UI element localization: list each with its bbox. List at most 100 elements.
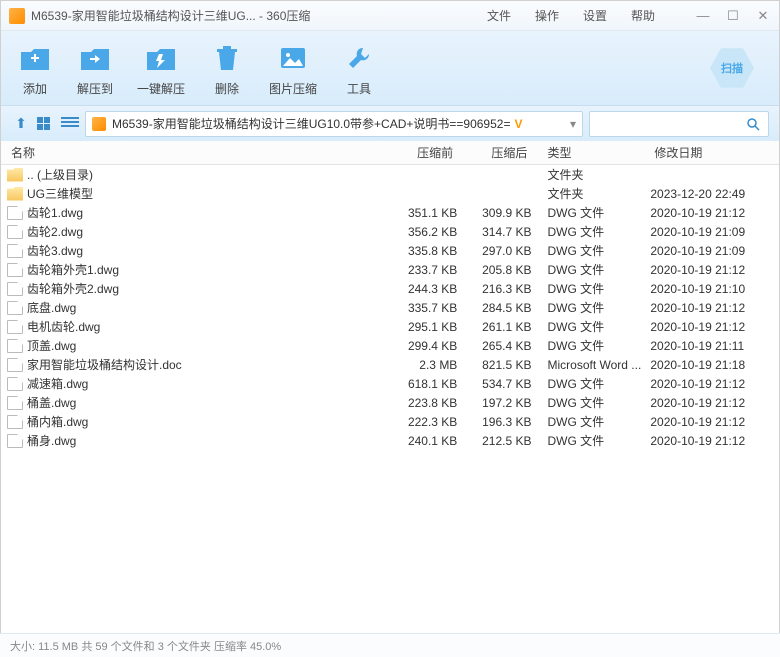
path-input[interactable]: M6539-家用智能垃圾桶结构设计三维UG10.0带参+CAD+说明书==906… xyxy=(85,111,583,137)
file-size-before: 618.1 KB xyxy=(383,377,457,391)
menu-settings[interactable]: 设置 xyxy=(583,7,607,24)
header-date[interactable]: 修改日期 xyxy=(650,144,779,161)
file-name: 齿轮箱外壳2.dwg xyxy=(27,280,383,297)
add-button[interactable]: 添加 xyxy=(17,40,53,97)
up-button[interactable]: ⬆ xyxy=(11,114,31,134)
file-row[interactable]: 桶身.dwg 240.1 KB 212.5 KB DWG 文件 2020-10-… xyxy=(1,431,779,450)
file-date: 2023-12-20 22:49 xyxy=(650,187,779,201)
file-row[interactable]: 顶盖.dwg 299.4 KB 265.4 KB DWG 文件 2020-10-… xyxy=(1,336,779,355)
grid-view-button[interactable] xyxy=(37,117,55,131)
header-after[interactable]: 压缩后 xyxy=(457,144,531,161)
folder-icon xyxy=(7,187,23,201)
maximize-button[interactable]: ☐ xyxy=(725,8,741,24)
file-row[interactable]: 齿轮箱外壳1.dwg 233.7 KB 205.8 KB DWG 文件 2020… xyxy=(1,260,779,279)
add-icon xyxy=(17,40,53,76)
file-row[interactable]: 底盘.dwg 335.7 KB 284.5 KB DWG 文件 2020-10-… xyxy=(1,298,779,317)
imgzip-button[interactable]: 图片压缩 xyxy=(269,40,317,97)
file-size-before: 335.8 KB xyxy=(383,244,457,258)
file-name: 齿轮箱外壳1.dwg xyxy=(27,261,383,278)
archive-icon xyxy=(92,117,106,131)
menu-bar: 文件 操作 设置 帮助 xyxy=(487,7,655,24)
file-size-before: 335.7 KB xyxy=(383,301,457,315)
file-icon xyxy=(7,263,23,277)
file-size-after: 196.3 KB xyxy=(457,415,531,429)
file-size-after: 197.2 KB xyxy=(457,396,531,410)
file-size-before: 223.8 KB xyxy=(383,396,457,410)
file-name: 底盘.dwg xyxy=(27,299,383,316)
window-title: M6539-家用智能垃圾桶结构设计三维UG... - 360压缩 xyxy=(31,7,310,24)
file-row[interactable]: 齿轮1.dwg 351.1 KB 309.9 KB DWG 文件 2020-10… xyxy=(1,203,779,222)
file-type: DWG 文件 xyxy=(532,337,651,354)
menu-operate[interactable]: 操作 xyxy=(535,7,559,24)
file-size-after: 212.5 KB xyxy=(457,434,531,448)
header-type[interactable]: 类型 xyxy=(531,144,650,161)
file-date: 2020-10-19 21:11 xyxy=(650,339,779,353)
file-size-before: 351.1 KB xyxy=(383,206,457,220)
file-type: DWG 文件 xyxy=(532,204,651,221)
file-size-before: 233.7 KB xyxy=(383,263,457,277)
header-before[interactable]: 压缩前 xyxy=(383,144,457,161)
file-name: 桶身.dwg xyxy=(27,432,383,449)
file-row[interactable]: 齿轮2.dwg 356.2 KB 314.7 KB DWG 文件 2020-10… xyxy=(1,222,779,241)
file-size-before: 356.2 KB xyxy=(383,225,457,239)
menu-file[interactable]: 文件 xyxy=(487,7,511,24)
file-name: 顶盖.dwg xyxy=(27,337,383,354)
file-name: 齿轮3.dwg xyxy=(27,242,383,259)
file-type: DWG 文件 xyxy=(532,394,651,411)
file-row[interactable]: 桶盖.dwg 223.8 KB 197.2 KB DWG 文件 2020-10-… xyxy=(1,393,779,412)
file-type: DWG 文件 xyxy=(532,413,651,430)
delete-button[interactable]: 删除 xyxy=(209,40,245,97)
file-row[interactable]: 齿轮箱外壳2.dwg 244.3 KB 216.3 KB DWG 文件 2020… xyxy=(1,279,779,298)
file-name: 桶盖.dwg xyxy=(27,394,383,411)
file-name: 电机齿轮.dwg xyxy=(27,318,383,335)
search-input[interactable] xyxy=(589,111,769,137)
file-date: 2020-10-19 21:12 xyxy=(650,434,779,448)
file-type: Microsoft Word ... xyxy=(532,358,651,372)
oneclick-button[interactable]: 一键解压 xyxy=(137,40,185,97)
toolbar: 添加 解压到 一键解压 删除 图片压缩 工具 扫描 xyxy=(1,31,779,105)
minimize-button[interactable]: — xyxy=(695,8,711,24)
list-view-button[interactable] xyxy=(61,117,79,131)
file-row[interactable]: 齿轮3.dwg 335.8 KB 297.0 KB DWG 文件 2020-10… xyxy=(1,241,779,260)
titlebar: M6539-家用智能垃圾桶结构设计三维UG... - 360压缩 文件 操作 设… xyxy=(1,1,779,31)
delete-icon xyxy=(209,40,245,76)
file-type: 文件夹 xyxy=(532,185,651,202)
file-name: 齿轮1.dwg xyxy=(27,204,383,221)
file-size-before: 2.3 MB xyxy=(383,358,457,372)
file-row[interactable]: 家用智能垃圾桶结构设计.doc 2.3 MB 821.5 KB Microsof… xyxy=(1,355,779,374)
file-name: 家用智能垃圾桶结构设计.doc xyxy=(27,356,383,373)
file-size-before: 299.4 KB xyxy=(383,339,457,353)
file-type: 文件夹 xyxy=(532,166,651,183)
vip-badge-icon: V xyxy=(514,117,522,131)
file-date: 2020-10-19 21:12 xyxy=(650,396,779,410)
file-row[interactable]: .. (上级目录) 文件夹 xyxy=(1,165,779,184)
file-date: 2020-10-19 21:09 xyxy=(650,244,779,258)
file-size-before: 244.3 KB xyxy=(383,282,457,296)
file-icon xyxy=(7,301,23,315)
file-icon xyxy=(7,415,23,429)
file-row[interactable]: 电机齿轮.dwg 295.1 KB 261.1 KB DWG 文件 2020-1… xyxy=(1,317,779,336)
file-row[interactable]: 桶内箱.dwg 222.3 KB 196.3 KB DWG 文件 2020-10… xyxy=(1,412,779,431)
file-type: DWG 文件 xyxy=(532,299,651,316)
file-size-after: 534.7 KB xyxy=(457,377,531,391)
scan-button[interactable]: 扫描 xyxy=(705,41,759,95)
file-date: 2020-10-19 21:12 xyxy=(650,263,779,277)
file-name: 桶内箱.dwg xyxy=(27,413,383,430)
header-name[interactable]: 名称 xyxy=(7,144,383,161)
file-size-after: 314.7 KB xyxy=(457,225,531,239)
close-button[interactable]: ✕ xyxy=(755,8,771,24)
file-type: DWG 文件 xyxy=(532,223,651,240)
tools-button[interactable]: 工具 xyxy=(341,40,377,97)
file-icon xyxy=(7,358,23,372)
extract-button[interactable]: 解压到 xyxy=(77,40,113,97)
file-date: 2020-10-19 21:12 xyxy=(650,415,779,429)
file-type: DWG 文件 xyxy=(532,242,651,259)
menu-help[interactable]: 帮助 xyxy=(631,7,655,24)
file-date: 2020-10-19 21:18 xyxy=(650,358,779,372)
chevron-down-icon[interactable]: ▾ xyxy=(570,117,576,131)
tools-icon xyxy=(341,40,377,76)
file-row[interactable]: UG三维模型 文件夹 2023-12-20 22:49 xyxy=(1,184,779,203)
file-size-after: 297.0 KB xyxy=(457,244,531,258)
file-name: 减速箱.dwg xyxy=(27,375,383,392)
file-row[interactable]: 减速箱.dwg 618.1 KB 534.7 KB DWG 文件 2020-10… xyxy=(1,374,779,393)
